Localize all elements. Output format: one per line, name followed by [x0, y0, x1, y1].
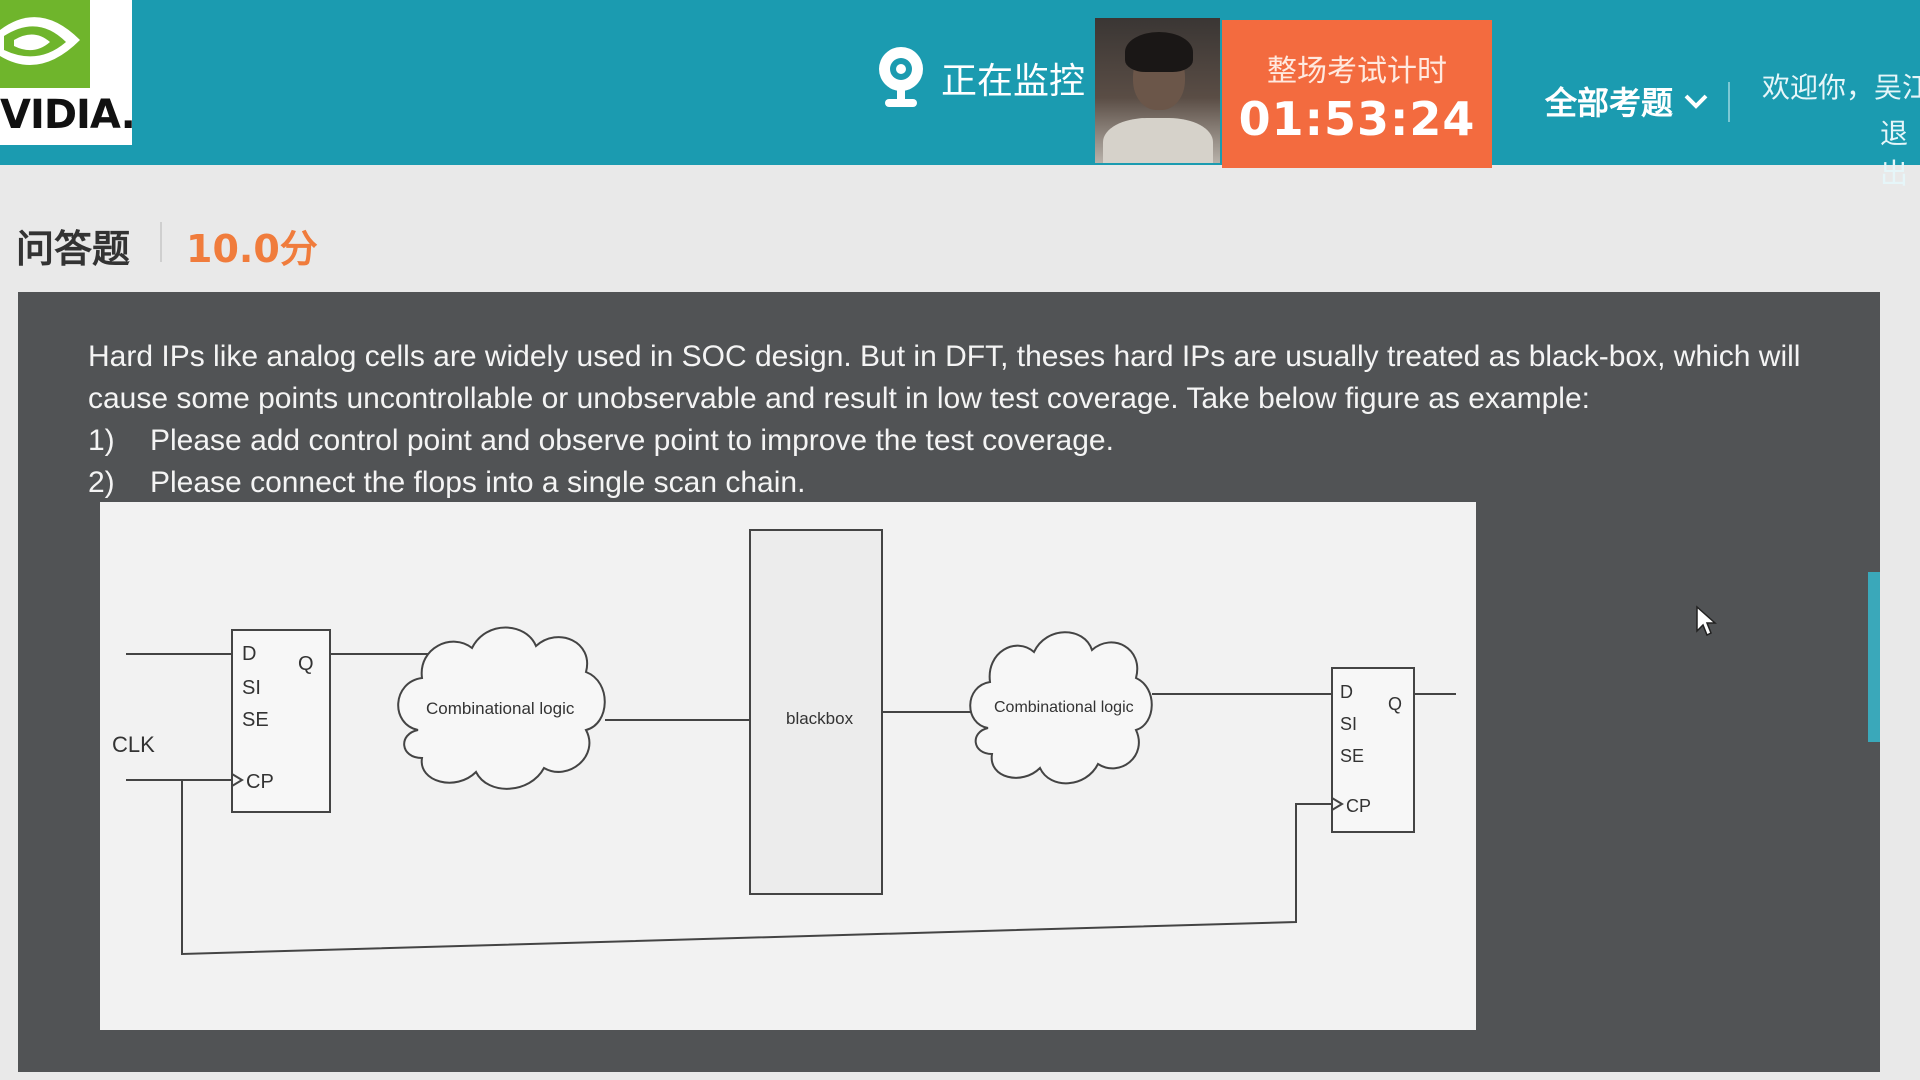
item-text: Please add control point and observe poi…: [150, 424, 1114, 457]
circuit-diagram: D SI SE Q CP CLK Combinational logic bla…: [100, 502, 1476, 1030]
timer-value: 01:53:24: [1238, 92, 1476, 146]
all-questions-label: 全部考题: [1545, 84, 1674, 122]
left-flop-cp: CP: [246, 771, 274, 793]
right-flop-q: Q: [1388, 694, 1402, 714]
item-number: 1): [88, 424, 115, 457]
timer-label: 整场考试计时: [1267, 54, 1447, 89]
right-flop-d: D: [1340, 682, 1353, 702]
question-type: 问答题: [16, 227, 131, 271]
blackbox-label: blackbox: [786, 709, 854, 728]
monitoring-label: 正在监控: [941, 60, 1086, 102]
all-questions-dropdown[interactable]: 全部考题: [1545, 78, 1709, 124]
question-score: 10.0分: [186, 227, 318, 271]
chevron-down-icon: [1684, 94, 1708, 109]
top-bar: VIDIA. 正在监控 整场考试计时 01:53:24 全部考题 欢迎你，吴江平…: [0, 0, 1920, 190]
right-cloud-label: Combinational logic: [994, 699, 1134, 716]
right-flop-si: SI: [1340, 714, 1357, 734]
title-divider: [160, 222, 162, 262]
webcam-video-feed: [1095, 18, 1220, 163]
mouse-cursor-icon: [1696, 605, 1717, 637]
logout-link[interactable]: 退出: [1880, 112, 1920, 192]
clk-label: CLK: [112, 732, 155, 757]
question-item: 1) Please add control point and observe …: [88, 420, 1848, 462]
left-flop-se: SE: [242, 709, 269, 731]
logo-wordmark: VIDIA.: [0, 92, 136, 138]
monitoring-status: 正在监控: [875, 40, 1085, 115]
header-divider: [1728, 82, 1730, 122]
left-flop-d: D: [242, 643, 256, 665]
left-flop-si: SI: [242, 677, 261, 699]
scrollbar-edge[interactable]: [1868, 572, 1880, 742]
right-flop-se: SE: [1340, 746, 1364, 766]
left-cloud-label: Combinational logic: [426, 699, 575, 718]
exam-timer: 整场考试计时 01:53:24: [1222, 20, 1492, 168]
webcam-icon: [879, 46, 923, 107]
question-text: Hard IPs like analog cells are widely us…: [88, 336, 1848, 504]
question-intro: Hard IPs like analog cells are widely us…: [88, 340, 1801, 415]
nvidia-logo: VIDIA.: [0, 0, 136, 145]
circuit-svg: D SI SE Q CP CLK Combinational logic bla…: [112, 529, 1456, 956]
item-number: 2): [88, 466, 115, 499]
right-flop-cp: CP: [1346, 796, 1371, 816]
item-text: Please connect the flops into a single s…: [150, 466, 806, 499]
welcome-text: 欢迎你，吴江平: [1762, 71, 1920, 104]
nvidia-eye-icon: [0, 0, 90, 88]
question-item: 2) Please connect the flops into a singl…: [88, 462, 1848, 504]
question-panel: Hard IPs like analog cells are widely us…: [18, 292, 1880, 1072]
left-flop-q: Q: [298, 653, 314, 675]
